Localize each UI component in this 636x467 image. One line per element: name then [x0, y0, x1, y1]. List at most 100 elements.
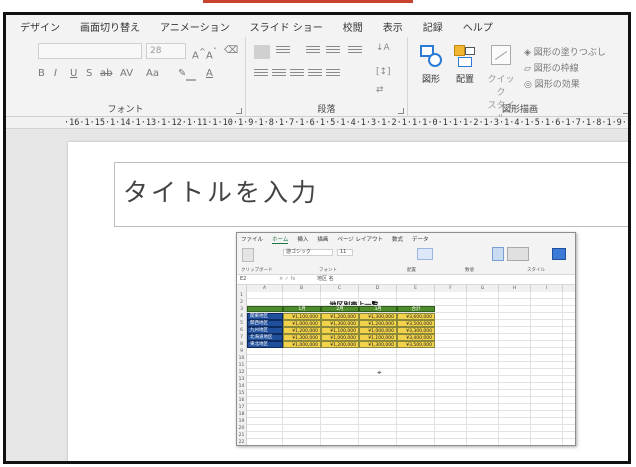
excel-group-label: 配置: [407, 268, 416, 273]
tab-animations[interactable]: アニメーション: [160, 19, 230, 34]
excel-tab: 挿入: [297, 237, 309, 243]
drawing-dialog-launcher-icon[interactable]: [623, 108, 628, 114]
highlight-icon[interactable]: ✎: [178, 67, 197, 81]
excel-region-cell: 北海道地区: [247, 334, 283, 341]
arrange-icon: [452, 43, 478, 69]
excel-font-name: 游ゴシック: [283, 249, 333, 256]
excel-data-cell: ¥1,200,000: [283, 327, 321, 334]
arrange-button[interactable]: 配置: [448, 43, 482, 85]
excel-tab: 数式: [392, 237, 404, 243]
excel-row-number: 5: [237, 320, 247, 327]
horizontal-ruler[interactable]: ·16·1·15·1·14·1·13·1·12·1·11·1·10·1·9·1·…: [6, 117, 628, 129]
excel-data-cell: ¥1,300,000: [283, 334, 321, 341]
excel-tab: ページ レイアウト: [337, 237, 384, 243]
grow-font-button[interactable]: A^: [192, 44, 206, 61]
powerpoint-window: デザイン 画面切り替え アニメーション スライド ショー 校閲 表示 記録 ヘル…: [3, 12, 631, 464]
change-case-button[interactable]: Aa: [146, 67, 159, 81]
excel-row: 14: [237, 383, 575, 390]
bullets-icon[interactable]: [254, 45, 270, 59]
tab-transitions[interactable]: 画面切り替え: [80, 19, 140, 34]
excel-row-number: 1: [237, 292, 247, 299]
excel-group-label: フォント: [319, 268, 337, 273]
align-left-icon[interactable]: [254, 69, 268, 81]
excel-group-label: 数値: [465, 268, 474, 273]
accent-bar: [203, 0, 413, 3]
excel-column-header: J: [563, 285, 575, 292]
font-color-button[interactable]: A: [206, 67, 213, 81]
font-dialog-launcher-icon[interactable]: [236, 108, 242, 114]
shrink-font-button[interactable]: Aˇ: [206, 44, 217, 61]
ribbon-tabs: デザイン 画面切り替え アニメーション スライド ショー 校閲 表示 記録 ヘル…: [6, 15, 628, 37]
excel-row: 13: [237, 376, 575, 383]
window-top-strip: [3, 0, 631, 12]
excel-cell-ref: E2: [240, 276, 247, 282]
bold-button[interactable]: B: [38, 67, 45, 81]
excel-data-cell: ¥1,200,000: [359, 320, 397, 327]
tab-slideshow[interactable]: スライド ショー: [250, 19, 323, 34]
excel-row-number: 10: [237, 355, 247, 362]
excel-data-cell: ¥1,000,000: [283, 320, 321, 327]
line-spacing-icon[interactable]: [348, 46, 362, 58]
excel-row-number: 21: [237, 432, 247, 439]
align-center-icon[interactable]: [272, 69, 286, 81]
excel-row-number: 6: [237, 327, 247, 334]
excel-table-header: 2月: [321, 306, 359, 312]
tab-view[interactable]: 表示: [383, 19, 403, 34]
italic-button[interactable]: I: [54, 67, 57, 81]
excel-grid: 地区別売上一覧 ABCDEFGHIJ1234567891011121314151…: [237, 285, 575, 445]
title-placeholder[interactable]: タイトルを入力: [114, 162, 628, 227]
font-group-label: フォント: [107, 105, 144, 115]
text-direction-icon[interactable]: ↓A: [376, 43, 390, 55]
excel-row-number: 14: [237, 383, 247, 390]
underline-button[interactable]: U: [70, 67, 77, 81]
excel-column-header: E: [397, 285, 435, 292]
excel-row: 16: [237, 397, 575, 404]
shape-outline-option[interactable]: ▱ 図形の枠線: [524, 61, 579, 74]
strikethrough-button[interactable]: ab: [100, 67, 112, 81]
excel-data-cell: ¥1,200,000: [321, 341, 359, 348]
excel-paste-icon: [242, 248, 254, 262]
excel-screenshot-image[interactable]: ファイル ホーム 挿入 描画 ページ レイアウト 数式 データ 游ゴシック 11: [236, 232, 576, 446]
paragraph-dialog-launcher-icon[interactable]: [398, 108, 404, 114]
increase-indent-icon[interactable]: [326, 46, 340, 58]
paragraph-group-label: 段落: [317, 105, 336, 115]
paragraph-group: ↓A [↕] ⇄ 段落: [246, 37, 408, 117]
numbering-icon[interactable]: [276, 46, 290, 58]
excel-data-cell: ¥1,300,000: [359, 313, 397, 320]
excel-tab: 描画: [317, 237, 329, 243]
decrease-indent-icon[interactable]: [306, 46, 320, 58]
excel-region-cell: 九州地区: [247, 327, 283, 334]
clear-format-icon[interactable]: ⌫: [224, 44, 238, 58]
excel-row: 1: [237, 292, 575, 299]
font-name-combo[interactable]: [38, 43, 142, 59]
slide[interactable]: タイトルを入力 ファイル ホーム 挿入 描画 ページ レイアウト 数式 データ …: [68, 142, 628, 461]
tab-record[interactable]: 記録: [423, 19, 443, 34]
smartart-icon[interactable]: ⇄: [376, 85, 390, 97]
excel-table-header: 1月: [283, 306, 321, 312]
mouse-cursor-icon: ⌖: [377, 368, 382, 377]
align-right-icon[interactable]: [290, 69, 304, 81]
excel-data-cell: ¥3,500,000: [397, 341, 435, 348]
columns-icon[interactable]: [326, 69, 340, 81]
excel-data-cell: ¥3,600,000: [397, 313, 435, 320]
tab-review[interactable]: 校閲: [343, 19, 363, 34]
align-text-icon[interactable]: [↕]: [376, 67, 391, 79]
excel-row: 21: [237, 432, 575, 439]
shape-effects-option[interactable]: ◎ 図形の効果: [524, 77, 580, 90]
excel-row-number: 22: [237, 439, 247, 445]
excel-row-number: 16: [237, 397, 247, 404]
shapes-label: 図形: [421, 75, 440, 85]
justify-icon[interactable]: [308, 69, 322, 81]
shapes-button[interactable]: 図形: [414, 43, 448, 85]
excel-column-header: C: [321, 285, 359, 292]
shape-fill-option[interactable]: ◈ 図形の塗りつぶし: [524, 45, 606, 58]
tab-help[interactable]: ヘルプ: [463, 19, 493, 34]
arrange-label: 配置: [455, 75, 474, 85]
tab-design[interactable]: デザイン: [20, 19, 60, 34]
excel-group-label: クリップボード: [241, 268, 273, 273]
pen-outline-icon: ▱: [524, 64, 534, 74]
char-spacing-button[interactable]: AV: [120, 67, 133, 81]
font-size-combo[interactable]: 28: [146, 43, 186, 59]
quick-styles-icon: [488, 43, 514, 69]
shadow-button[interactable]: S: [86, 67, 92, 81]
